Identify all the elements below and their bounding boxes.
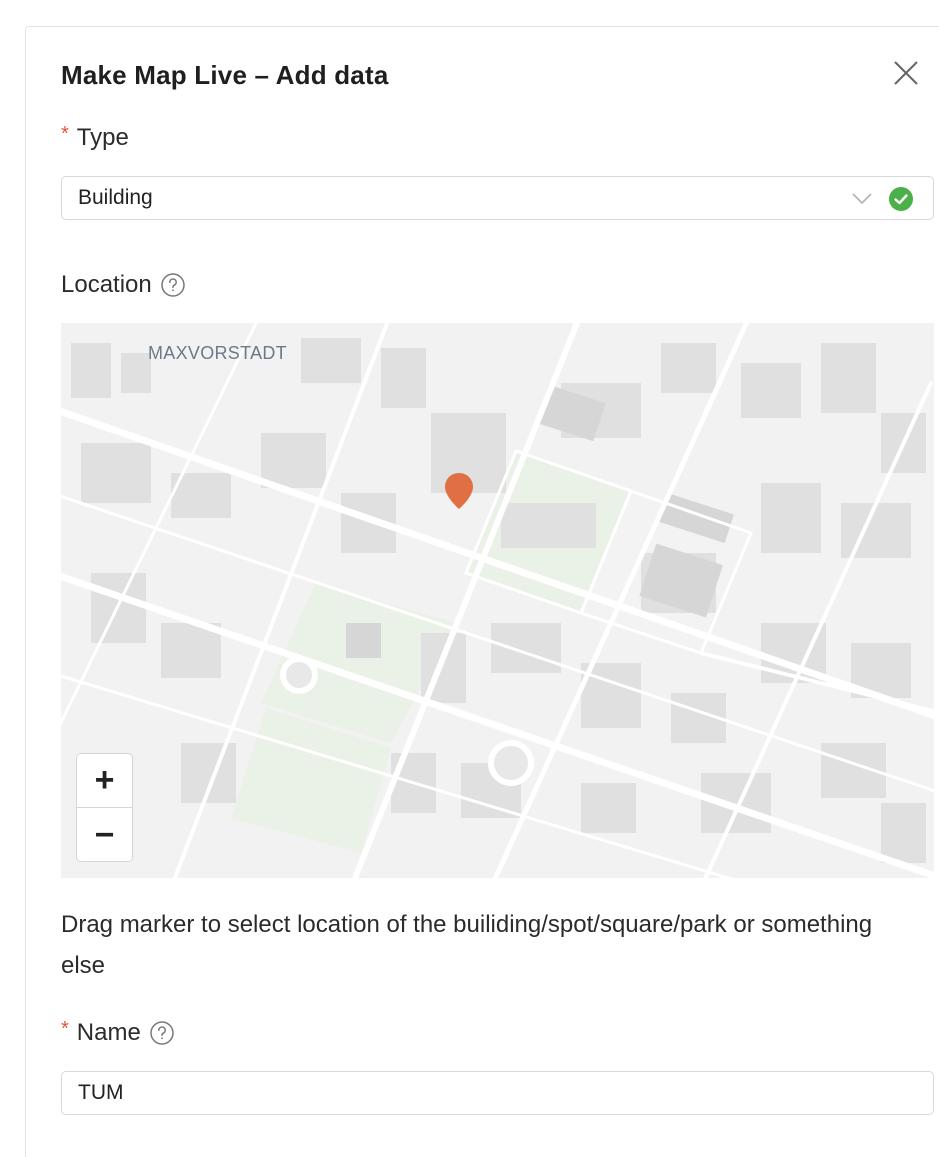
zoom-out-button[interactable]: −	[77, 808, 132, 861]
check-circle-icon	[889, 187, 913, 211]
type-select-value: Building	[78, 186, 153, 209]
location-label-text: Location	[61, 271, 152, 298]
type-label: * Type	[61, 122, 129, 152]
location-label: Location	[61, 271, 186, 299]
chevron-down-icon	[852, 193, 872, 205]
map-tiles	[61, 323, 934, 878]
required-marker: *	[61, 122, 69, 145]
close-button[interactable]	[886, 58, 926, 88]
location-help-button[interactable]	[160, 272, 186, 298]
name-label-text: Name	[76, 1019, 141, 1046]
type-label-text: Type	[76, 124, 129, 151]
type-select[interactable]: Building	[61, 176, 934, 220]
name-input[interactable]	[61, 1071, 934, 1115]
district-label: MAXVORSTADT	[148, 343, 287, 363]
location-hint: Drag marker to select location of the bu…	[61, 911, 873, 979]
location-map[interactable]: MAXVORSTADT + −	[61, 323, 934, 878]
question-circle-icon	[150, 1021, 174, 1045]
zoom-in-button[interactable]: +	[77, 754, 132, 808]
map-marker-icon[interactable]	[443, 471, 475, 511]
question-circle-icon	[161, 273, 185, 297]
name-label: * Name	[61, 1017, 175, 1047]
required-marker: *	[61, 1017, 69, 1040]
close-icon	[894, 61, 918, 85]
zoom-control: + −	[76, 753, 133, 862]
name-help-button[interactable]	[149, 1020, 175, 1046]
dialog-title: Make Map Live – Add data	[61, 60, 389, 90]
